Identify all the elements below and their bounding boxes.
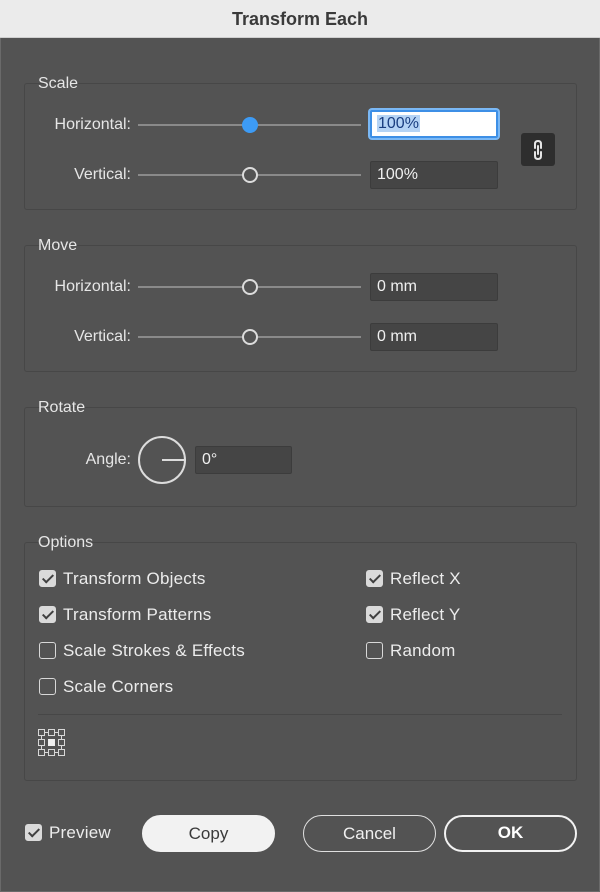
cancel-button[interactable]: Cancel <box>303 815 436 852</box>
copy-button[interactable]: Copy <box>142 815 275 852</box>
preview-label[interactable]: Preview <box>49 823 111 843</box>
random-checkbox[interactable] <box>366 642 383 659</box>
move-group <box>24 245 577 372</box>
chain-link-icon <box>534 139 542 160</box>
options-divider <box>38 714 562 715</box>
move-group-title: Move <box>38 237 78 254</box>
window-title: Transform Each <box>0 0 600 38</box>
reflect-y-label[interactable]: Reflect Y <box>390 605 460 625</box>
reflect-x-label[interactable]: Reflect X <box>390 569 461 589</box>
scale-horizontal-label: Horizontal: <box>54 116 131 133</box>
move-vertical-slider-knob[interactable] <box>242 329 258 345</box>
random-label[interactable]: Random <box>390 641 455 661</box>
scale-group <box>24 83 577 210</box>
rotate-group-title: Rotate <box>38 399 86 416</box>
preview-checkbox[interactable] <box>25 824 42 841</box>
angle-dial-hand <box>162 459 186 461</box>
scale-corners-checkbox[interactable] <box>39 678 56 695</box>
reflect-y-checkbox[interactable] <box>366 606 383 623</box>
scale-vertical-input[interactable]: 100% <box>370 161 498 189</box>
move-vertical-label: Vertical: <box>74 328 131 345</box>
scale-horizontal-input[interactable]: 100% <box>370 110 498 138</box>
options-group-title: Options <box>38 534 94 551</box>
reference-point-grid <box>38 729 65 756</box>
angle-input[interactable]: 0° <box>195 446 292 474</box>
scale-strokes-checkbox[interactable] <box>39 642 56 659</box>
reflect-x-checkbox[interactable] <box>366 570 383 587</box>
scale-horizontal-slider-knob[interactable] <box>242 117 258 133</box>
transform-patterns-label[interactable]: Transform Patterns <box>63 605 211 625</box>
scale-group-title: Scale <box>38 75 79 92</box>
ok-button[interactable]: OK <box>444 815 577 852</box>
scale-vertical-label: Vertical: <box>74 166 131 183</box>
reference-point-locator-icon[interactable] <box>38 729 66 757</box>
move-horizontal-slider-knob[interactable] <box>242 279 258 295</box>
move-horizontal-label: Horizontal: <box>54 278 131 295</box>
constrain-proportions-button[interactable] <box>521 133 555 166</box>
scale-vertical-slider-knob[interactable] <box>242 167 258 183</box>
scale-strokes-label[interactable]: Scale Strokes & Effects <box>63 641 245 661</box>
scale-corners-label[interactable]: Scale Corners <box>63 677 173 697</box>
transform-objects-label[interactable]: Transform Objects <box>63 569 206 589</box>
angle-label: Angle: <box>85 451 131 468</box>
transform-objects-checkbox[interactable] <box>39 570 56 587</box>
scale-horizontal-value: 100% <box>377 115 420 132</box>
transform-patterns-checkbox[interactable] <box>39 606 56 623</box>
angle-dial-icon[interactable] <box>138 436 186 484</box>
move-vertical-input[interactable]: 0 mm <box>370 323 498 351</box>
move-horizontal-input[interactable]: 0 mm <box>370 273 498 301</box>
